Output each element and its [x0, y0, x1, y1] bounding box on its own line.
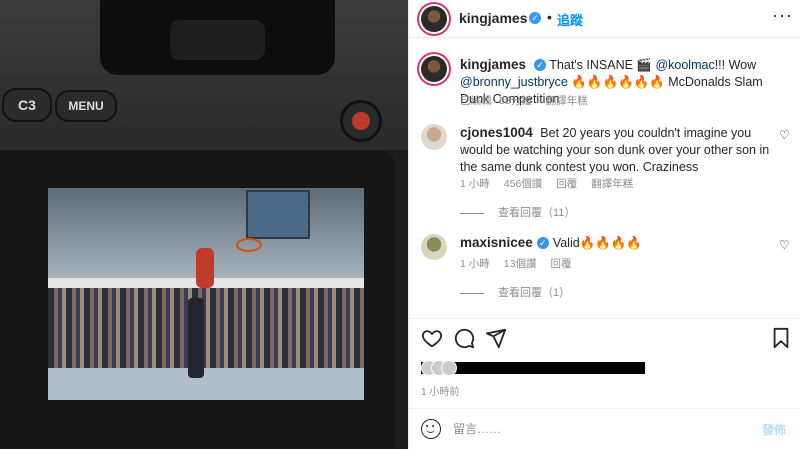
header-username[interactable]: kingjames: [459, 10, 527, 26]
emoji-icon[interactable]: [421, 419, 441, 439]
more-options-icon[interactable]: ···: [772, 5, 793, 26]
replies-divider: [460, 292, 484, 294]
camera-menu-button: MENU: [55, 90, 117, 122]
post-timestamp[interactable]: 1 小時前: [421, 383, 459, 398]
verified-badge-icon: ✓: [536, 237, 549, 249]
camera-record-button: [340, 100, 382, 142]
follow-button[interactable]: 追蹤: [557, 10, 583, 29]
view-replies-button[interactable]: 查看回覆（1）: [460, 284, 570, 300]
comment-time: 1 小時: [460, 258, 490, 270]
separator-dot: •: [547, 9, 552, 25]
camera-eyecup: [170, 20, 265, 60]
action-bar: [409, 318, 800, 359]
comment-composer: 發佈: [409, 408, 800, 450]
comment-like-heart-icon[interactable]: ♡: [779, 128, 790, 142]
caption-time: 55分鐘: [499, 95, 532, 107]
basketball-hoop: [236, 238, 262, 252]
reply-button[interactable]: 回覆: [550, 258, 571, 270]
caption-text-before: That's INSANE 🎬: [549, 58, 656, 72]
view-replies-label: 查看回覆（1）: [498, 287, 571, 299]
jumped-over-player: [188, 298, 204, 378]
avatar[interactable]: [421, 56, 447, 82]
comment-meta: 1 小時 456個讚 回覆 翻譯年糕: [460, 176, 647, 191]
reply-button[interactable]: 回覆: [556, 178, 577, 190]
comment-username[interactable]: maxisnicee: [460, 235, 533, 250]
caption-username[interactable]: kingjames: [460, 57, 526, 72]
view-replies-button[interactable]: 查看回覆（11）: [460, 204, 575, 220]
meta-dot: ·: [493, 95, 498, 107]
avatar[interactable]: [421, 6, 447, 32]
bookmark-icon[interactable]: [771, 327, 791, 349]
caption-meta: 已編輯 · 55分鐘 翻譯年糕: [460, 93, 602, 108]
comment-body: Valid🔥🔥🔥🔥: [552, 236, 642, 250]
post-detail-panel: kingjames ✓ • 追蹤 ··· kingjames ✓ That's I…: [408, 0, 800, 449]
comment-text: maxisnicee ✓ Valid🔥🔥🔥🔥: [460, 234, 780, 252]
arena-crowd: [48, 288, 364, 368]
mention-link[interactable]: @bronny_justbryce: [460, 75, 568, 89]
heart-icon[interactable]: [421, 327, 443, 349]
camera-c3-button: C3: [2, 88, 52, 122]
view-replies-label: 查看回覆（11）: [498, 207, 576, 219]
comment-icon[interactable]: [453, 327, 475, 349]
verified-badge-icon: ✓: [529, 12, 541, 24]
comment-time: 1 小時: [460, 178, 490, 190]
edited-label: 已編輯: [460, 95, 492, 107]
court-floor: [48, 368, 364, 400]
comment-username[interactable]: cjones1004: [460, 125, 533, 140]
caption-text-mid: !!! Wow: [714, 58, 757, 72]
backboard: [246, 190, 310, 239]
translate-link[interactable]: 翻譯年糕: [591, 178, 633, 190]
mention-link[interactable]: @koolmac: [655, 58, 714, 72]
comment-likes[interactable]: 13個讚: [504, 258, 537, 270]
share-icon[interactable]: [485, 327, 507, 349]
post-image[interactable]: C3 MENU: [0, 0, 408, 449]
comment-like-heart-icon[interactable]: ♡: [779, 238, 790, 252]
translate-link[interactable]: 翻譯年糕: [546, 95, 588, 107]
comment-likes[interactable]: 456個讚: [504, 178, 543, 190]
post-header: kingjames ✓ • 追蹤 ···: [409, 0, 800, 38]
camera-screen: [48, 188, 364, 400]
post-comment-button[interactable]: 發佈: [762, 421, 786, 438]
liker-avatar: [441, 360, 457, 376]
dunking-player: [196, 248, 214, 288]
comment-text: cjones1004 Bet 20 years you couldn't ima…: [460, 124, 780, 176]
comment-meta: 1 小時 13個讚 回覆: [460, 256, 585, 271]
avatar[interactable]: [421, 234, 447, 260]
comment-input[interactable]: [451, 417, 745, 441]
likes-bar-redacted[interactable]: [421, 360, 645, 376]
replies-divider: [460, 212, 484, 214]
avatar[interactable]: [421, 124, 447, 150]
verified-badge-icon: ✓: [534, 59, 547, 71]
